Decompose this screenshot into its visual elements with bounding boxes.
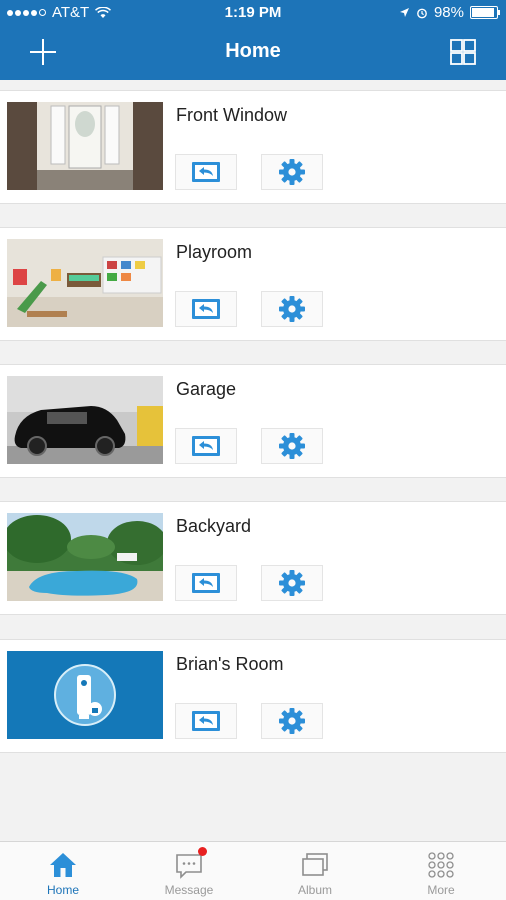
tab-bar: Home Message Album More xyxy=(0,841,506,900)
home-icon xyxy=(50,853,76,877)
camera-thumbnail[interactable] xyxy=(7,102,163,190)
battery-icon xyxy=(470,6,500,19)
status-bar: AT&T 1:19 PM 98% xyxy=(0,0,506,26)
camera-name: Playroom xyxy=(176,242,253,262)
tab-label: Album xyxy=(297,883,332,897)
camera-settings-button[interactable] xyxy=(261,428,323,464)
playback-button[interactable] xyxy=(175,703,237,739)
camera-settings-button[interactable] xyxy=(261,565,323,601)
tab-label: Message xyxy=(164,883,214,897)
playback-button[interactable] xyxy=(175,428,237,464)
unread-badge xyxy=(198,847,207,856)
camera-placeholder-thumbnail[interactable] xyxy=(7,651,163,739)
playback-icon xyxy=(192,711,220,731)
camera-card[interactable]: Brian's Room xyxy=(0,639,506,753)
camera-card[interactable]: Garage xyxy=(0,364,506,478)
camera-name: Front Window xyxy=(176,105,288,125)
more-grid-icon xyxy=(428,852,454,878)
camera-name: Backyard xyxy=(176,516,252,536)
playback-icon xyxy=(192,573,220,593)
camera-settings-button[interactable] xyxy=(261,703,323,739)
camera-thumbnail[interactable] xyxy=(7,239,163,327)
tab-more[interactable]: More xyxy=(378,842,504,900)
camera-name: Brian's Room xyxy=(176,654,284,674)
playback-icon xyxy=(192,436,220,456)
playback-button[interactable] xyxy=(175,565,237,601)
playback-icon xyxy=(192,299,220,319)
tab-label: Home xyxy=(46,883,79,897)
battery-percent: 98% xyxy=(433,4,464,21)
gear-icon xyxy=(279,708,305,734)
tab-message[interactable]: Message xyxy=(126,842,252,900)
page-title: Home xyxy=(225,40,281,62)
tab-album[interactable]: Album xyxy=(252,842,378,900)
camera-card[interactable]: Playroom xyxy=(0,227,506,341)
tab-label: More xyxy=(427,883,455,897)
alarm-icon xyxy=(417,8,427,18)
camera-thumbnail[interactable] xyxy=(7,376,163,464)
camera-settings-button[interactable] xyxy=(261,291,323,327)
tab-home[interactable]: Home xyxy=(0,842,126,900)
camera-settings-button[interactable] xyxy=(261,154,323,190)
album-icon xyxy=(302,853,328,876)
gear-icon xyxy=(279,570,305,596)
camera-thumbnail[interactable] xyxy=(7,513,163,601)
gear-icon xyxy=(279,433,305,459)
camera-name: Garage xyxy=(176,379,237,399)
grid-view-icon[interactable] xyxy=(450,39,476,65)
playback-button[interactable] xyxy=(175,154,237,190)
gear-icon xyxy=(279,296,305,322)
gear-icon xyxy=(279,159,305,185)
navigation-bar: Home xyxy=(0,26,506,80)
camera-card[interactable]: Backyard xyxy=(0,501,506,615)
playback-button[interactable] xyxy=(175,291,237,327)
playback-icon xyxy=(192,162,220,182)
location-arrow-icon xyxy=(399,8,409,17)
camera-card[interactable]: Front Window xyxy=(0,90,506,204)
